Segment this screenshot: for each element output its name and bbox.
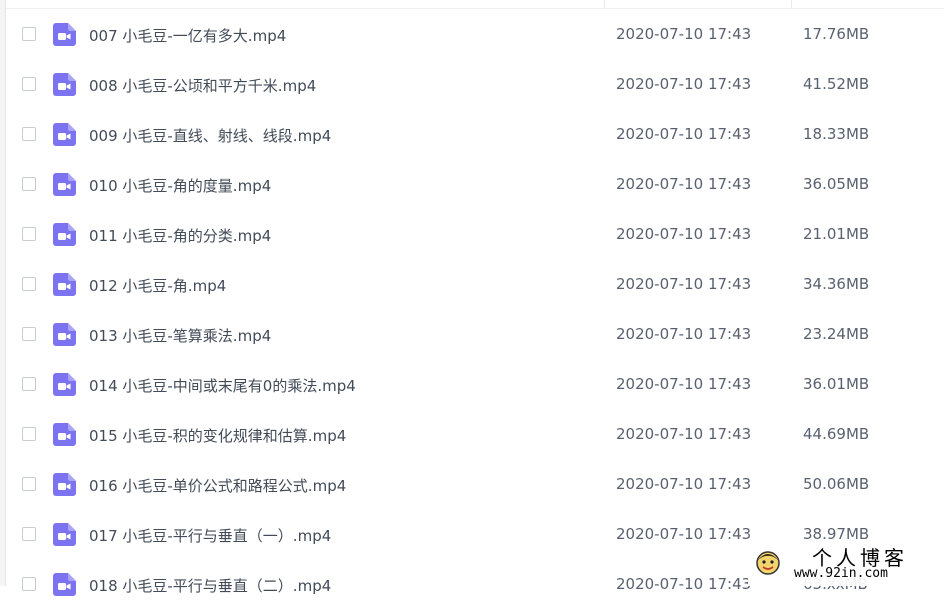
- file-name[interactable]: 015 小毛豆-积的变化规律和估算.mp4: [89, 425, 346, 446]
- file-size: 36.05MB: [803, 175, 870, 193]
- file-name[interactable]: 011 小毛豆-角的分类.mp4: [89, 225, 271, 246]
- video-file-icon: [53, 523, 76, 546]
- file-list: 007 小毛豆-一亿有多大.mp4 2020-07-10 17:43 17.76…: [6, 10, 944, 610]
- file-row[interactable]: 016 小毛豆-单价公式和路程公式.mp4 2020-07-10 17:43 5…: [6, 460, 944, 510]
- file-modified-date: 2020-07-10 17:43: [616, 275, 752, 293]
- file-modified-date: 2020-07-10 17:43: [616, 225, 752, 243]
- row-checkbox[interactable]: [22, 527, 36, 541]
- row-checkbox[interactable]: [22, 227, 36, 241]
- file-name[interactable]: 010 小毛豆-角的度量.mp4: [89, 175, 271, 196]
- file-row[interactable]: 009 小毛豆-直线、射线、线段.mp4 2020-07-10 17:43 18…: [6, 110, 944, 160]
- file-size: 18.33MB: [803, 125, 870, 143]
- file-size: 34.36MB: [803, 275, 870, 293]
- file-row[interactable]: 008 小毛豆-公顷和平方千米.mp4 2020-07-10 17:43 41.…: [6, 60, 944, 110]
- file-size: 17.76MB: [803, 25, 870, 43]
- file-name[interactable]: 014 小毛豆-中间或末尾有0的乘法.mp4: [89, 375, 356, 396]
- file-modified-date: 2020-07-10 17:43: [616, 425, 752, 443]
- video-file-icon: [53, 423, 76, 446]
- video-file-icon: [53, 223, 76, 246]
- list-header-divider: [6, 0, 944, 9]
- file-modified-date: 2020-07-10 17:43: [616, 25, 752, 43]
- video-file-icon: [53, 173, 76, 196]
- file-name[interactable]: 017 小毛豆-平行与垂直（一）.mp4: [89, 525, 331, 546]
- video-file-icon: [53, 473, 76, 496]
- row-checkbox[interactable]: [22, 277, 36, 291]
- file-modified-date: 2020-07-10 17:43: [616, 125, 752, 143]
- video-file-icon: [53, 573, 76, 596]
- video-file-icon: [53, 123, 76, 146]
- file-name[interactable]: 013 小毛豆-笔算乘法.mp4: [89, 325, 271, 346]
- row-checkbox[interactable]: [22, 77, 36, 91]
- file-row[interactable]: 015 小毛豆-积的变化规律和估算.mp4 2020-07-10 17:43 4…: [6, 410, 944, 460]
- file-name[interactable]: 012 小毛豆-角.mp4: [89, 275, 226, 296]
- file-row[interactable]: 012 小毛豆-角.mp4 2020-07-10 17:43 34.36MB: [6, 260, 944, 310]
- cartoon-face-icon: [756, 551, 780, 575]
- video-file-icon: [53, 23, 76, 46]
- watermark-url: www.92in.com: [794, 566, 888, 581]
- row-checkbox[interactable]: [22, 577, 36, 591]
- video-file-icon: [53, 273, 76, 296]
- row-checkbox[interactable]: [22, 477, 36, 491]
- file-name[interactable]: 007 小毛豆-一亿有多大.mp4: [89, 25, 286, 46]
- file-row[interactable]: 011 小毛豆-角的分类.mp4 2020-07-10 17:43 21.01M…: [6, 210, 944, 260]
- video-file-icon: [53, 323, 76, 346]
- file-row[interactable]: 013 小毛豆-笔算乘法.mp4 2020-07-10 17:43 23.24M…: [6, 310, 944, 360]
- file-modified-date: 2020-07-10 17:43: [616, 525, 752, 543]
- video-file-icon: [53, 373, 76, 396]
- row-checkbox[interactable]: [22, 327, 36, 341]
- file-modified-date: 2020-07-10 17:43: [616, 175, 752, 193]
- file-name[interactable]: 008 小毛豆-公顷和平方千米.mp4: [89, 75, 316, 96]
- file-row[interactable]: 007 小毛豆-一亿有多大.mp4 2020-07-10 17:43 17.76…: [6, 10, 944, 60]
- row-checkbox[interactable]: [22, 427, 36, 441]
- file-modified-date: 2020-07-10 17:43: [616, 575, 752, 593]
- file-size: 23.24MB: [803, 325, 870, 343]
- video-file-icon: [53, 73, 76, 96]
- file-name[interactable]: 009 小毛豆-直线、射线、线段.mp4: [89, 125, 331, 146]
- file-size: 21.01MB: [803, 225, 870, 243]
- file-row[interactable]: 014 小毛豆-中间或末尾有0的乘法.mp4 2020-07-10 17:43 …: [6, 360, 944, 410]
- file-size: 36.01MB: [803, 375, 870, 393]
- size-column-divider: [791, 0, 792, 8]
- file-modified-date: 2020-07-10 17:43: [616, 375, 752, 393]
- row-checkbox[interactable]: [22, 377, 36, 391]
- site-watermark: 个人博客 www.92in.com: [748, 540, 944, 586]
- file-name[interactable]: 016 小毛豆-单价公式和路程公式.mp4: [89, 475, 346, 496]
- file-row[interactable]: 010 小毛豆-角的度量.mp4 2020-07-10 17:43 36.05M…: [6, 160, 944, 210]
- row-checkbox[interactable]: [22, 127, 36, 141]
- date-column-divider: [604, 0, 605, 8]
- file-size: 44.69MB: [803, 425, 870, 443]
- file-size: 41.52MB: [803, 75, 870, 93]
- row-checkbox[interactable]: [22, 27, 36, 41]
- file-modified-date: 2020-07-10 17:43: [616, 475, 752, 493]
- file-modified-date: 2020-07-10 17:43: [616, 325, 752, 343]
- file-modified-date: 2020-07-10 17:43: [616, 75, 752, 93]
- file-size: 50.06MB: [803, 475, 870, 493]
- row-checkbox[interactable]: [22, 177, 36, 191]
